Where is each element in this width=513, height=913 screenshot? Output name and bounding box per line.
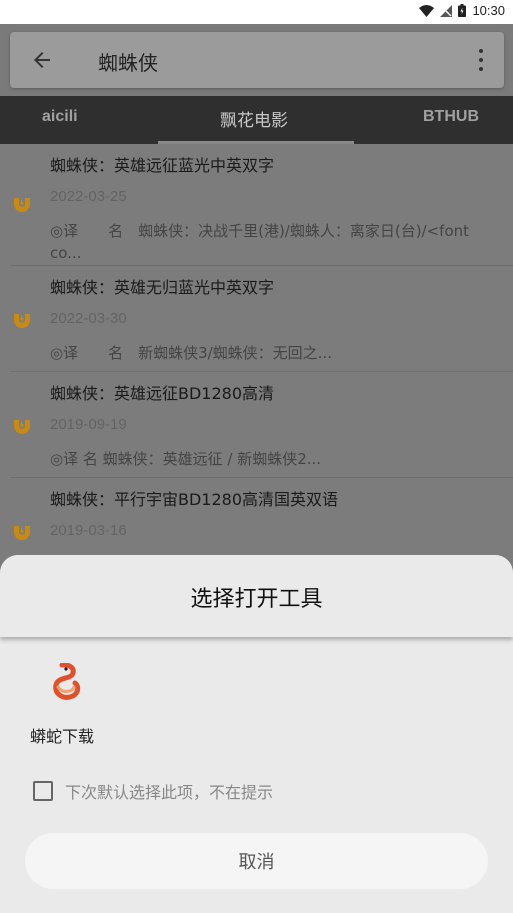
app-label: 蟒蛇下载 [30,727,95,746]
remember-choice-checkbox[interactable] [33,781,53,801]
python-snake-icon [53,663,81,700]
open-with-sheet: 选择打开工具 蟒蛇下载 下次默认选择此项，不在提示 取消 [0,555,513,913]
item-description: ◎译 名 新蜘蛛侠3/蜘蛛侠：无回之... [50,344,332,362]
app-option-python-download[interactable]: 蟒蛇下载 [30,663,110,753]
item-date: 2022-03-30 [50,310,127,327]
status-time: 10:30 [472,3,505,18]
item-date: 2022-03-25 [50,188,127,205]
magnet-icon [14,195,30,212]
item-title: 蜘蛛侠：平行宇宙BD1280高清国英双语 [50,490,339,509]
remember-choice-row[interactable]: 下次默认选择此项，不在提示 [33,779,273,803]
back-arrow-icon[interactable] [30,48,54,72]
magnet-icon [14,523,30,540]
item-title: 蜘蛛侠：英雄远征蓝光中英双字 [50,156,275,175]
cancel-button[interactable]: 取消 [25,833,488,889]
remember-choice-label: 下次默认选择此项，不在提示 [65,783,274,802]
more-options-icon[interactable] [478,49,484,71]
item-date: 2019-03-16 [50,522,127,539]
sheet-header: 选择打开工具 [0,555,513,637]
item-title: 蜘蛛侠：英雄无归蓝光中英双字 [50,278,275,297]
item-title: 蜘蛛侠：英雄远征BD1280高清 [50,384,275,403]
item-description-line: ◎译 名 蜘蛛侠：决战千里(港)/蜘蛛人：离家日(台)/<font [50,222,470,240]
tab-piaohua[interactable]: 飘花电影 [220,106,288,131]
magnet-icon [14,311,30,328]
item-date: 2019-09-19 [50,416,127,433]
tab-bthub[interactable]: BTHUB [423,108,479,126]
search-query[interactable]: 蜘蛛侠 [98,47,158,76]
status-bar: 10:30 [0,0,513,24]
list-item[interactable]: 蜘蛛侠：英雄无归蓝光中英双字 2022-03-30 ◎译 名 新蜘蛛侠3/蜘蛛侠… [10,266,513,372]
magnet-icon [14,417,30,434]
battery-icon [458,4,467,17]
item-description: ◎译 名 蜘蛛侠：英雄远征 / 新蜘蛛侠2... [50,450,322,468]
wifi-icon [419,4,435,17]
list-item[interactable]: 蜘蛛侠：英雄远征BD1280高清 2019-09-19 ◎译 名 蜘蛛侠：英雄远… [10,372,513,478]
item-description-line: co... [50,244,82,262]
signal-off-icon [440,4,453,17]
search-bar[interactable]: 蜘蛛侠 [10,32,504,88]
app-header: 蜘蛛侠 aicili 飘花电影 BTHUB [0,24,513,144]
item-description: ◎译 名 蜘蛛侠：决战千里(港)/蜘蛛人：离家日(台)/<font co... [50,220,505,264]
tab-aicili[interactable]: aicili [42,108,78,126]
list-item[interactable]: 蜘蛛侠：英雄远征蓝光中英双字 2022-03-25 ◎译 名 蜘蛛侠：决战千里(… [10,144,513,266]
sheet-title: 选择打开工具 [190,587,323,612]
source-tabs: aicili 飘花电影 BTHUB [0,96,513,144]
status-icons: 10:30 [419,3,505,18]
